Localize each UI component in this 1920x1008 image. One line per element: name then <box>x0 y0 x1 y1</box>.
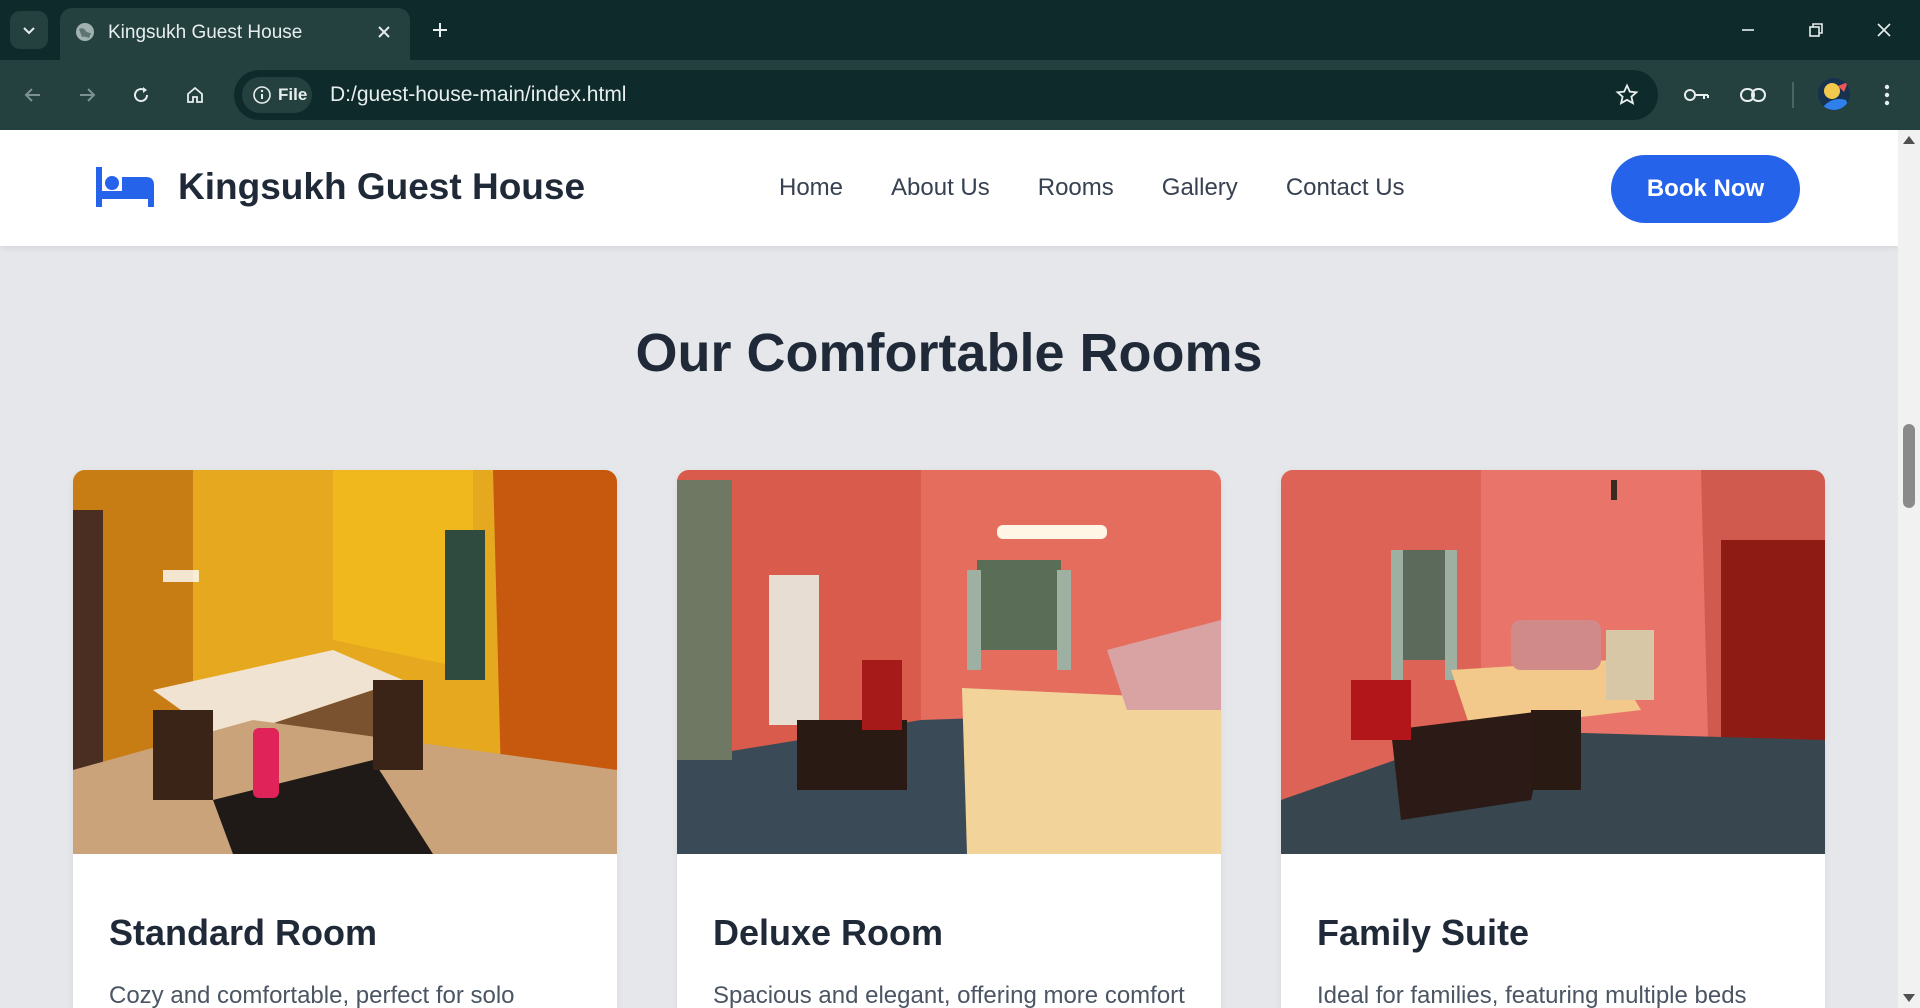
more-vertical-icon <box>1884 84 1890 106</box>
site-info-chip[interactable]: File <box>242 77 312 113</box>
room-title: Standard Room <box>109 912 378 953</box>
toolbar-separator <box>1792 82 1794 108</box>
scrollbar-thumb[interactable] <box>1903 424 1915 508</box>
new-tab-button[interactable] <box>424 14 456 46</box>
file-chip-label: File <box>278 85 308 104</box>
page-viewport: Kingsukh Guest House Home About Us Rooms… <box>0 130 1898 1008</box>
restore-icon <box>1809 23 1823 37</box>
browser-tab[interactable]: Kingsukh Guest House <box>60 8 410 60</box>
restore-button[interactable] <box>1796 12 1836 48</box>
info-icon <box>253 86 271 104</box>
plus-icon <box>433 23 447 37</box>
minimize-icon <box>1742 29 1754 31</box>
reload-button[interactable] <box>122 76 160 114</box>
book-now-button[interactable]: Book Now <box>1611 155 1800 223</box>
browser-toolbar: File D:/guest-house-main/index.html <box>0 60 1920 130</box>
close-icon <box>378 26 390 38</box>
tab-title: Kingsukh Guest House <box>108 22 303 43</box>
main-nav: Home About Us Rooms Gallery Contact Us <box>779 174 1405 202</box>
forward-button[interactable] <box>68 76 106 114</box>
scroll-up-arrow-icon[interactable] <box>1903 136 1915 144</box>
profile-avatar[interactable] <box>1818 78 1850 110</box>
brand-name: Kingsukh Guest House <box>178 166 586 207</box>
room-title: Deluxe Room <box>713 912 944 953</box>
room-description: Ideal for families, featuring multiple b… <box>1317 982 1747 1008</box>
tab-search-button[interactable] <box>10 11 48 49</box>
room-description: Cozy and comfortable, perfect for solo <box>109 982 515 1008</box>
share-link-button[interactable] <box>1734 76 1772 114</box>
url-text[interactable]: D:/guest-house-main/index.html <box>330 83 626 107</box>
room-card-deluxe[interactable]: Deluxe Room Spacious and elegant, offeri… <box>677 470 1221 1008</box>
browser-menu-button[interactable] <box>1868 76 1906 114</box>
bookmark-button[interactable] <box>1612 80 1642 110</box>
close-icon <box>1877 23 1891 37</box>
room-description: Spacious and elegant, offering more comf… <box>713 982 1185 1008</box>
home-icon <box>187 86 203 103</box>
scroll-down-arrow-icon[interactable] <box>1903 994 1915 1002</box>
nav-about-us[interactable]: About Us <box>891 174 990 202</box>
section-title: Our Comfortable Rooms <box>635 323 1263 383</box>
link-icon <box>1740 88 1766 102</box>
chevron-down-icon <box>23 27 35 35</box>
globe-icon <box>76 23 94 41</box>
room-card-family[interactable]: Family Suite Ideal for families, featuri… <box>1281 470 1825 1008</box>
key-icon <box>1684 89 1709 101</box>
address-bar[interactable]: File D:/guest-house-main/index.html <box>234 70 1658 120</box>
room-title: Family Suite <box>1317 912 1530 953</box>
nav-gallery[interactable]: Gallery <box>1162 174 1238 202</box>
site-header: Kingsukh Guest House Home About Us Rooms… <box>0 130 1898 246</box>
nav-contact-us[interactable]: Contact Us <box>1286 174 1405 202</box>
home-button[interactable] <box>176 76 214 114</box>
nav-home[interactable]: Home <box>779 174 843 202</box>
browser-tab-bar: Kingsukh Guest House <box>0 0 1920 60</box>
brand[interactable]: Kingsukh Guest House <box>96 166 585 208</box>
arrow-left-icon <box>24 88 40 102</box>
room-photo-standard <box>73 470 617 854</box>
avatar-icon <box>1818 78 1850 110</box>
minimize-button[interactable] <box>1728 12 1768 48</box>
star-icon <box>1615 83 1639 106</box>
room-card-standard[interactable]: Standard Room Cozy and comfortable, perf… <box>73 470 617 1008</box>
back-button[interactable] <box>14 76 52 114</box>
nav-rooms[interactable]: Rooms <box>1038 174 1114 202</box>
tab-close-button[interactable] <box>372 20 396 44</box>
arrow-right-icon <box>80 88 96 102</box>
vertical-scrollbar[interactable] <box>1898 130 1920 1008</box>
room-photo-family <box>1281 470 1825 854</box>
room-photo-deluxe <box>677 470 1221 854</box>
close-window-button[interactable] <box>1864 12 1904 48</box>
password-manager-button[interactable] <box>1678 76 1716 114</box>
reload-icon <box>134 87 149 103</box>
bed-icon <box>96 167 154 207</box>
